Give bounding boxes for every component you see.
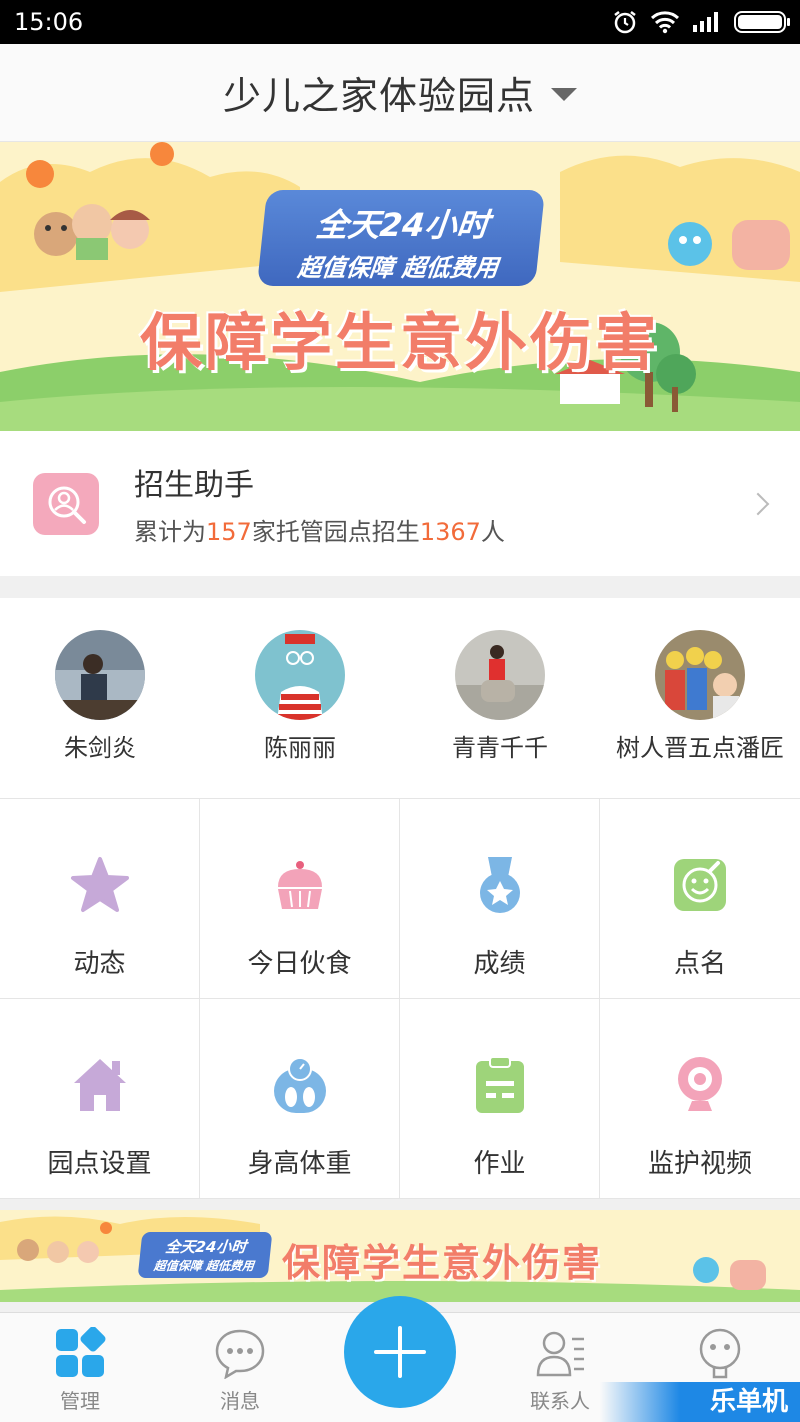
tab-manage[interactable]: 管理 — [0, 1313, 160, 1422]
feature-meals[interactable]: 今日伙食 — [200, 799, 400, 999]
contact-item[interactable]: 陈丽丽 — [200, 598, 400, 798]
grid-icon — [56, 1327, 106, 1377]
feature-homework[interactable]: 作业 — [400, 999, 600, 1199]
homework-icon — [475, 1056, 524, 1113]
dropdown-caret-icon — [551, 88, 577, 101]
contact-item[interactable]: 朱剑炎 — [0, 598, 200, 798]
enrollment-site-count: 157 — [206, 518, 252, 546]
feature-label: 动态 — [73, 949, 126, 979]
enrollment-text: 招生助手 累计为157家托管园点招生1367人 — [134, 460, 750, 547]
contact-name: 青青千千 — [452, 734, 548, 762]
banner-decoration — [0, 142, 800, 431]
tab-messages[interactable]: 消息 — [160, 1313, 320, 1422]
avatar — [255, 630, 345, 720]
battery-icon — [734, 11, 790, 33]
banner-small-badge-line2: 超值保障 超低费用 — [153, 1259, 255, 1273]
contact-name: 陈丽丽 — [264, 734, 336, 762]
chevron-right-icon — [746, 492, 770, 515]
banner-headline: 保障学生意外伤害 — [139, 306, 660, 379]
wifi-icon — [650, 11, 680, 34]
status-icons — [612, 9, 790, 35]
enrollment-summary-prefix: 累计为 — [134, 518, 206, 546]
feature-grades[interactable]: 成绩 — [400, 799, 600, 999]
recent-contacts: 朱剑炎 陈丽丽 青青千千 树人晋五点潘匠 — [0, 598, 800, 798]
banner-small-headline: 保障学生意外伤害 — [282, 1241, 603, 1285]
contacts-icon — [536, 1331, 584, 1377]
plus-icon — [374, 1326, 426, 1378]
scale-icon — [273, 1057, 326, 1113]
avatar — [455, 630, 545, 720]
enrollment-search-icon — [33, 472, 99, 535]
feature-label: 园点设置 — [47, 1149, 152, 1179]
enrollment-student-count: 1367 — [419, 518, 481, 546]
status-time: 15:06 — [14, 8, 84, 36]
house-icon — [73, 1059, 126, 1111]
banner-small-badge-line1: 全天24小时 — [164, 1238, 248, 1256]
avatar — [655, 630, 745, 720]
site-selector[interactable]: 少儿之家体验园点 — [0, 44, 800, 142]
contact-item[interactable]: 树人晋五点潘匠 — [600, 598, 800, 798]
robot-icon — [699, 1328, 741, 1379]
feature-rollcall[interactable]: 点名 — [600, 799, 800, 999]
feature-site-settings[interactable]: 园点设置 — [0, 999, 200, 1199]
promo-banner-small[interactable]: 全天24小时 超值保障 超低费用 保障学生意外伤害 — [0, 1210, 800, 1302]
feature-label: 成绩 — [473, 949, 526, 979]
feature-moments[interactable]: 动态 — [0, 799, 200, 999]
enrollment-summary-mid: 家托管园点招生 — [251, 518, 420, 546]
chat-icon — [215, 1329, 265, 1379]
contact-name: 朱剑炎 — [64, 734, 136, 762]
watermark: 乐单机 — [600, 1382, 800, 1422]
add-button[interactable] — [344, 1296, 456, 1408]
alarm-icon — [614, 11, 636, 34]
contact-item[interactable]: 青青千千 — [400, 598, 600, 798]
contact-name: 树人晋五点潘匠 — [616, 734, 784, 762]
avatar — [55, 630, 145, 720]
feature-label: 点名 — [673, 949, 726, 979]
status-bar: 15:06 — [0, 0, 800, 44]
promo-banner[interactable]: 全天24小时 超值保障 超低费用 保障学生意外伤害 — [0, 142, 800, 431]
page-title: 少儿之家体验园点 — [222, 74, 535, 118]
star-icon — [70, 857, 129, 912]
tab-label: 消息 — [220, 1389, 260, 1413]
banner-badge-line1: 全天24小时 — [314, 206, 491, 244]
feature-monitor-video[interactable]: 监护视频 — [600, 999, 800, 1199]
cupcake-icon — [277, 861, 322, 909]
medal-icon — [479, 857, 520, 913]
enrollment-assistant-row[interactable]: 招生助手 累计为157家托管园点招生1367人 — [0, 431, 800, 576]
feature-label: 监护视频 — [647, 1149, 752, 1179]
rollcall-icon — [674, 859, 726, 911]
banner-badge-line2: 超值保障 超低费用 — [296, 254, 500, 282]
feature-label: 今日伙食 — [247, 949, 352, 979]
enrollment-summary-suffix: 人 — [480, 518, 505, 546]
feature-grid: 动态 今日伙食 成绩 点名 园点设置 身高体重 作业 监护视频 — [0, 798, 800, 1199]
webcam-icon — [678, 1057, 722, 1111]
enrollment-summary: 累计为157家托管园点招生1367人 — [134, 512, 750, 547]
banner-badge: 全天24小时 超值保障 超低费用 — [256, 190, 546, 286]
banner-small-badge: 全天24小时 超值保障 超低费用 — [137, 1232, 273, 1278]
tab-label: 管理 — [60, 1389, 100, 1413]
feature-label: 作业 — [473, 1149, 526, 1179]
feature-height-weight[interactable]: 身高体重 — [200, 999, 400, 1199]
enrollment-title: 招生助手 — [134, 468, 254, 503]
tab-label: 联系人 — [530, 1389, 590, 1413]
signal-icon — [693, 12, 718, 32]
feature-label: 身高体重 — [247, 1149, 352, 1179]
